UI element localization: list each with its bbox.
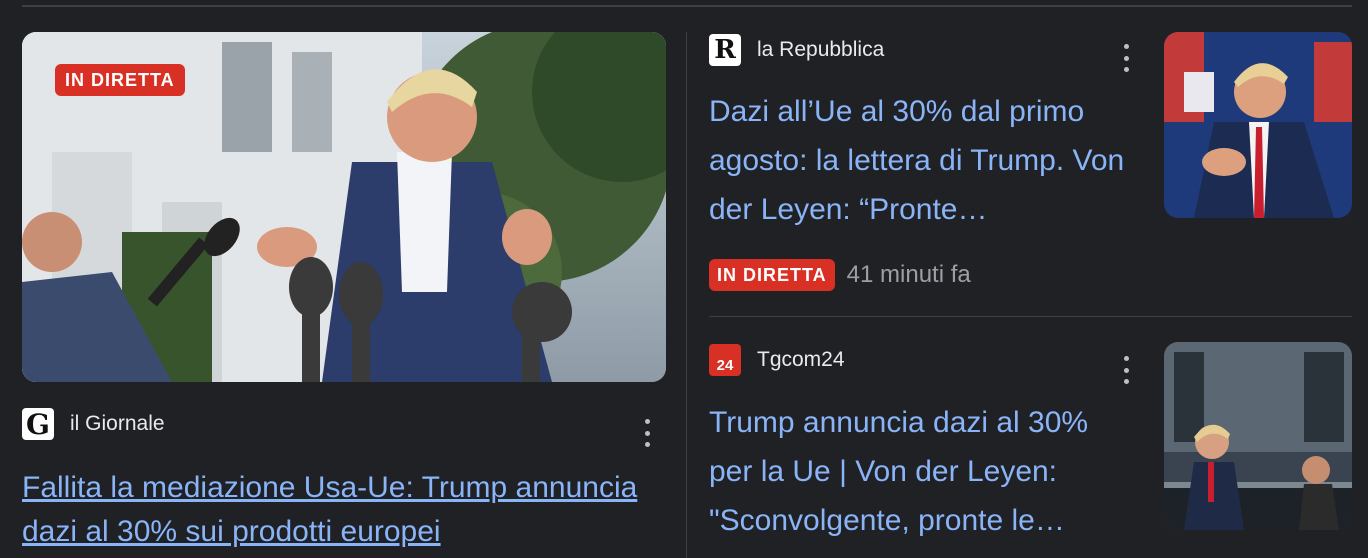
card-divider: [709, 316, 1352, 317]
source-name: Tgcom24: [757, 348, 845, 371]
card-2-thumbnail[interactable]: [1164, 342, 1352, 530]
hero-source[interactable]: G il Giornale: [22, 408, 165, 441]
il-giornale-logo-icon: G: [22, 408, 54, 441]
card-2-source[interactable]: 24 Tgcom24: [709, 344, 845, 376]
card-1-meta: IN DIRETTA 41 minuti fa: [709, 259, 971, 291]
top-divider: [22, 5, 1352, 7]
card-1-source[interactable]: R la Repubblica: [709, 34, 884, 66]
live-badge: IN DIRETTA: [709, 259, 835, 291]
hero-headline[interactable]: Fallita la mediazione Usa-Ue: Trump annu…: [22, 466, 662, 554]
more-options-icon[interactable]: [642, 419, 652, 447]
card-1-headline[interactable]: Dazi all’Ue al 30% dal primo agosto: la …: [709, 87, 1129, 234]
timestamp: 41 minuti fa: [846, 261, 971, 288]
more-options-icon[interactable]: [1121, 44, 1131, 72]
column-divider: [686, 32, 687, 558]
tgcom24-logo-icon: 24: [709, 344, 741, 376]
la-repubblica-logo-icon: R: [709, 34, 741, 66]
source-name: la Repubblica: [757, 38, 885, 61]
card-1-thumbnail[interactable]: [1164, 32, 1352, 218]
live-badge: IN DIRETTA: [55, 64, 185, 96]
card-2-headline[interactable]: Trump annuncia dazi al 30% per la Ue | V…: [709, 398, 1129, 545]
source-name: il Giornale: [70, 412, 165, 435]
more-options-icon[interactable]: [1121, 356, 1131, 384]
